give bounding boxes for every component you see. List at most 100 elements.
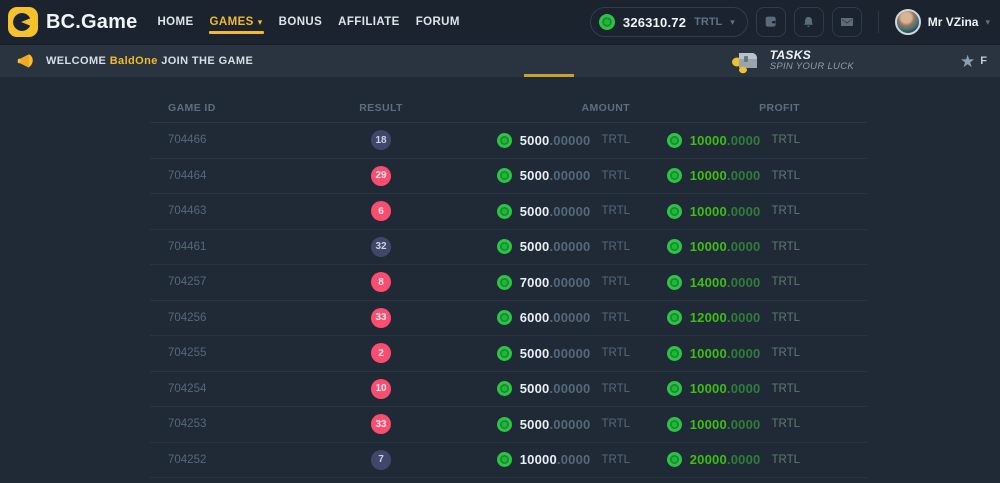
amount-decimals: .00000	[549, 310, 590, 325]
treasure-chest-icon	[731, 48, 761, 74]
top-navbar: BC.Game HOME GAMES ▾ BONUS AFFILIATE FOR…	[0, 0, 1000, 44]
welcome-banner: WELCOME BaldOne JOIN THE GAME TASKS SPIN…	[0, 44, 1000, 77]
game-id: 704257	[150, 276, 322, 288]
active-tab-underline	[209, 31, 264, 34]
balance-selector[interactable]: 326310.72 TRTL ▾	[590, 7, 748, 37]
amount-cell: 5000.00000 TRTL	[440, 239, 653, 254]
game-id: 704254	[150, 383, 322, 395]
table-row[interactable]: 704256 33 6000.00000 TRTL 12000.0000 TRT…	[150, 301, 867, 337]
profit-cell: 10000.0000 TRTL	[653, 417, 867, 432]
trtl-coin-icon	[667, 346, 682, 361]
result-cell: 32	[322, 237, 440, 257]
amount-currency: TRTL	[601, 205, 630, 217]
profit-integer: 10000	[690, 381, 727, 396]
table-row[interactable]: 704461 32 5000.00000 TRTL 10000.0000 TRT…	[150, 230, 867, 266]
amount-cell: 5000.00000 TRTL	[440, 168, 653, 183]
profit-cell: 10000.0000 TRTL	[653, 346, 867, 361]
game-id: 704461	[150, 241, 322, 253]
result-badge: 33	[371, 414, 391, 434]
trtl-coin-icon	[667, 452, 682, 467]
welcome-text: WELCOME BaldOne JOIN THE GAME	[46, 55, 253, 67]
profit-integer: 10000	[690, 204, 727, 219]
profit-currency: TRTL	[771, 454, 800, 466]
profit-cell: 12000.0000 TRTL	[653, 310, 867, 325]
star-partial-label: F	[980, 55, 987, 67]
result-badge: 33	[371, 308, 391, 328]
amount-integer: 10000	[520, 452, 557, 467]
amount-cell: 5000.00000 TRTL	[440, 417, 653, 432]
result-cell: 6	[322, 201, 440, 221]
col-header-result: RESULT	[322, 102, 440, 114]
bets-table: GAME ID RESULT AMOUNT PROFIT 704466 18 5…	[150, 93, 867, 478]
amount-decimals: .00000	[549, 417, 590, 432]
nav-link-bonus[interactable]: BONUS	[279, 0, 323, 44]
amount-decimals: .00000	[549, 275, 590, 290]
favorites-shortcut[interactable]: ★ F	[960, 53, 994, 70]
col-header-game-id: GAME ID	[150, 102, 322, 114]
notifications-button[interactable]	[794, 7, 824, 37]
amount-currency: TRTL	[601, 347, 630, 359]
trtl-coin-icon	[599, 14, 615, 30]
amount-integer: 5000	[520, 204, 550, 219]
game-id: 704466	[150, 134, 322, 146]
nav-link-home[interactable]: HOME	[157, 0, 193, 44]
profit-currency: TRTL	[771, 347, 800, 359]
profit-cell: 20000.0000 TRTL	[653, 452, 867, 467]
amount-integer: 5000	[520, 133, 550, 148]
hidden-tab-underline	[524, 74, 574, 77]
profit-decimals: .0000	[727, 417, 761, 432]
amount-cell: 10000.0000 TRTL	[440, 452, 653, 467]
profit-cell: 10000.0000 TRTL	[653, 239, 867, 254]
logo[interactable]: BC.Game	[8, 7, 137, 37]
profit-decimals: .0000	[727, 168, 761, 183]
trtl-coin-icon	[667, 204, 682, 219]
user-menu[interactable]: Mr VZina ▾	[895, 9, 990, 35]
table-row[interactable]: 704463 6 5000.00000 TRTL 10000.0000 TRTL	[150, 194, 867, 230]
nav-link-games[interactable]: GAMES ▾	[210, 0, 263, 44]
table-body: 704466 18 5000.00000 TRTL 10000.0000 TRT…	[150, 123, 867, 478]
amount-integer: 5000	[520, 417, 550, 432]
table-row[interactable]: 704254 10 5000.00000 TRTL 10000.0000 TRT…	[150, 372, 867, 408]
table-row[interactable]: 704255 2 5000.00000 TRTL 10000.0000 TRTL	[150, 336, 867, 372]
table-row[interactable]: 704257 8 7000.00000 TRTL 14000.0000 TRTL	[150, 265, 867, 301]
profit-currency: TRTL	[771, 383, 800, 395]
trtl-coin-icon	[667, 133, 682, 148]
profit-currency: TRTL	[771, 312, 800, 324]
table-row[interactable]: 704464 29 5000.00000 TRTL 10000.0000 TRT…	[150, 159, 867, 195]
result-cell: 8	[322, 272, 440, 292]
result-badge: 6	[371, 201, 391, 221]
nav-link-affiliate[interactable]: AFFILIATE	[338, 0, 400, 44]
tasks-texts: TASKS SPIN YOUR LUCK	[770, 49, 854, 74]
result-cell: 2	[322, 343, 440, 363]
game-id: 704463	[150, 205, 322, 217]
amount-integer: 5000	[520, 346, 550, 361]
amount-decimals: .0000	[557, 452, 591, 467]
table-row[interactable]: 704253 33 5000.00000 TRTL 10000.0000 TRT…	[150, 407, 867, 443]
divider	[878, 11, 879, 33]
amount-decimals: .00000	[549, 133, 590, 148]
result-badge: 8	[371, 272, 391, 292]
wallet-button[interactable]	[756, 7, 786, 37]
balance-currency: TRTL	[694, 16, 722, 28]
result-badge: 2	[371, 343, 391, 363]
profit-integer: 10000	[690, 417, 727, 432]
nav-left: BC.Game HOME GAMES ▾ BONUS AFFILIATE FOR…	[8, 0, 460, 44]
tasks-widget[interactable]: TASKS SPIN YOUR LUCK	[731, 48, 854, 74]
page: BC.Game HOME GAMES ▾ BONUS AFFILIATE FOR…	[0, 0, 1000, 483]
nav-link-forum[interactable]: FORUM	[416, 0, 460, 44]
profit-currency: TRTL	[771, 241, 800, 253]
profit-decimals: .0000	[727, 452, 761, 467]
trtl-coin-icon	[497, 417, 512, 432]
table-row[interactable]: 704466 18 5000.00000 TRTL 10000.0000 TRT…	[150, 123, 867, 159]
amount-decimals: .00000	[549, 168, 590, 183]
amount-cell: 7000.00000 TRTL	[440, 275, 653, 290]
chevron-down-icon: ▾	[985, 17, 990, 28]
profit-cell: 10000.0000 TRTL	[653, 381, 867, 396]
trtl-coin-icon	[497, 346, 512, 361]
result-cell: 33	[322, 308, 440, 328]
chevron-down-icon: ▾	[730, 17, 735, 28]
balance-value: 326310.72	[623, 15, 686, 30]
messages-button[interactable]	[832, 7, 862, 37]
table-row[interactable]: 704252 7 10000.0000 TRTL 20000.0000 TRTL	[150, 443, 867, 479]
result-badge: 32	[371, 237, 391, 257]
